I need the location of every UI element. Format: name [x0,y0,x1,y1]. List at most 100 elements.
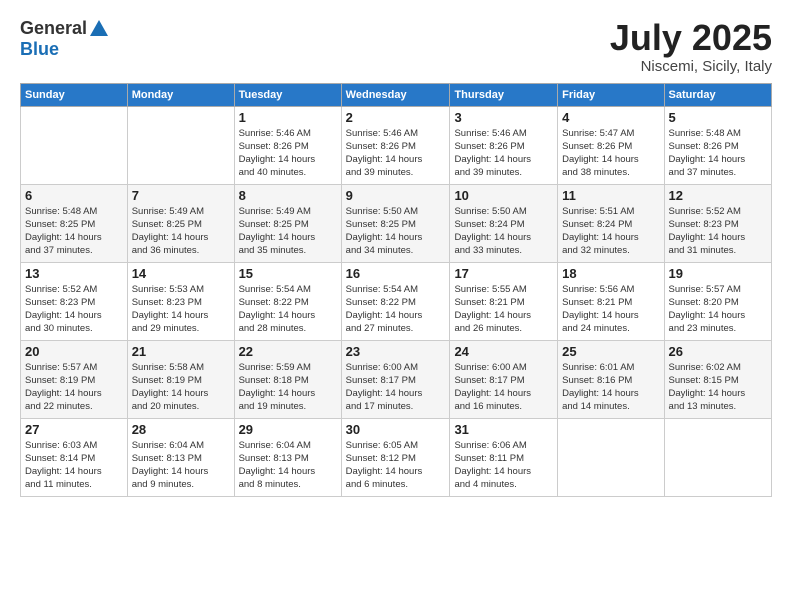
table-row: 26Sunrise: 6:02 AM Sunset: 8:15 PM Dayli… [664,340,771,418]
day-info: Sunrise: 5:57 AM Sunset: 8:20 PM Dayligh… [669,283,767,336]
day-number: 15 [239,266,337,281]
header-monday: Monday [127,83,234,106]
day-number: 10 [454,188,553,203]
table-row: 1Sunrise: 5:46 AM Sunset: 8:26 PM Daylig… [234,106,341,184]
day-number: 2 [346,110,446,125]
table-row: 17Sunrise: 5:55 AM Sunset: 8:21 PM Dayli… [450,262,558,340]
day-info: Sunrise: 6:04 AM Sunset: 8:13 PM Dayligh… [132,439,230,492]
calendar-header-row: Sunday Monday Tuesday Wednesday Thursday… [21,83,772,106]
day-number: 7 [132,188,230,203]
month-title: July 2025 [610,18,772,58]
day-info: Sunrise: 5:50 AM Sunset: 8:25 PM Dayligh… [346,205,446,258]
day-number: 19 [669,266,767,281]
table-row [127,106,234,184]
day-info: Sunrise: 5:46 AM Sunset: 8:26 PM Dayligh… [346,127,446,180]
logo: General Blue [20,18,111,60]
table-row [21,106,128,184]
day-info: Sunrise: 5:58 AM Sunset: 8:19 PM Dayligh… [132,361,230,414]
day-info: Sunrise: 5:56 AM Sunset: 8:21 PM Dayligh… [562,283,659,336]
day-number: 25 [562,344,659,359]
day-info: Sunrise: 5:54 AM Sunset: 8:22 PM Dayligh… [239,283,337,336]
logo-icon [88,18,110,40]
day-info: Sunrise: 5:48 AM Sunset: 8:25 PM Dayligh… [25,205,123,258]
logo-general-text: General [20,18,87,38]
title-block: July 2025 Niscemi, Sicily, Italy [610,18,772,75]
table-row: 3 Sunrise: 5:46 AM Sunset: 8:26 PM Daylig… [450,106,558,184]
day-number: 30 [346,422,446,437]
table-row: 29 Sunrise: 6:04 AM Sunset: 8:13 PM Dayli… [234,418,341,496]
day-info: Sunrise: 6:01 AM Sunset: 8:16 PM Dayligh… [562,361,659,414]
day-number: 12 [669,188,767,203]
day-number: 20 [25,344,123,359]
day-info: Sunrise: 5:57 AM Sunset: 8:19 PM Dayligh… [25,361,123,414]
day-info: Sunrise: 5:59 AM Sunset: 8:18 PM Dayligh… [239,361,337,414]
table-row: 19 Sunrise: 5:57 AM Sunset: 8:20 PM Dayli… [664,262,771,340]
day-info: Sunrise: 5:51 AM Sunset: 8:24 PM Dayligh… [562,205,659,258]
day-number: 21 [132,344,230,359]
day-info: Sunrise: 6:06 AM Sunset: 8:11 PM Dayligh… [454,439,553,492]
header-tuesday: Tuesday [234,83,341,106]
day-info: Sunrise: 5:52 AM Sunset: 8:23 PM Dayligh… [25,283,123,336]
header-wednesday: Wednesday [341,83,450,106]
table-row: 30Sunrise: 6:05 AM Sunset: 8:12 PM Dayli… [341,418,450,496]
day-info: Sunrise: 5:53 AM Sunset: 8:23 PM Dayligh… [132,283,230,336]
calendar-week-row: 27 Sunrise: 6:03 AM Sunset: 8:14 PM Dayli… [21,418,772,496]
day-info: Sunrise: 5:47 AM Sunset: 8:26 PM Dayligh… [562,127,659,180]
day-number: 27 [25,422,123,437]
table-row: 23Sunrise: 6:00 AM Sunset: 8:17 PM Dayli… [341,340,450,418]
day-info: Sunrise: 5:46 AM Sunset: 8:26 PM Dayligh… [454,127,553,180]
day-info: Sunrise: 6:03 AM Sunset: 8:14 PM Dayligh… [25,439,123,492]
day-number: 26 [669,344,767,359]
table-row: 20 Sunrise: 5:57 AM Sunset: 8:19 PM Dayli… [21,340,128,418]
table-row: 15 Sunrise: 5:54 AM Sunset: 8:22 PM Dayli… [234,262,341,340]
table-row [558,418,664,496]
table-row: 21 Sunrise: 5:58 AM Sunset: 8:19 PM Dayli… [127,340,234,418]
day-number: 3 [454,110,553,125]
subtitle: Niscemi, Sicily, Italy [610,58,772,75]
day-number: 13 [25,266,123,281]
table-row: 4Sunrise: 5:47 AM Sunset: 8:26 PM Daylig… [558,106,664,184]
table-row: 25 Sunrise: 6:01 AM Sunset: 8:16 PM Dayli… [558,340,664,418]
table-row: 8 Sunrise: 5:49 AM Sunset: 8:25 PM Daylig… [234,184,341,262]
header-saturday: Saturday [664,83,771,106]
day-number: 17 [454,266,553,281]
table-row: 16Sunrise: 5:54 AM Sunset: 8:22 PM Dayli… [341,262,450,340]
table-row: 28Sunrise: 6:04 AM Sunset: 8:13 PM Dayli… [127,418,234,496]
table-row: 9 Sunrise: 5:50 AM Sunset: 8:25 PM Daylig… [341,184,450,262]
day-number: 18 [562,266,659,281]
calendar: Sunday Monday Tuesday Wednesday Thursday… [20,83,772,497]
day-info: Sunrise: 5:50 AM Sunset: 8:24 PM Dayligh… [454,205,553,258]
day-number: 14 [132,266,230,281]
header-thursday: Thursday [450,83,558,106]
table-row: 22 Sunrise: 5:59 AM Sunset: 8:18 PM Dayli… [234,340,341,418]
day-number: 9 [346,188,446,203]
header-sunday: Sunday [21,83,128,106]
table-row: 11Sunrise: 5:51 AM Sunset: 8:24 PM Dayli… [558,184,664,262]
day-number: 23 [346,344,446,359]
day-number: 24 [454,344,553,359]
table-row [664,418,771,496]
day-info: Sunrise: 6:00 AM Sunset: 8:17 PM Dayligh… [454,361,553,414]
day-number: 29 [239,422,337,437]
table-row: 2 Sunrise: 5:46 AM Sunset: 8:26 PM Daylig… [341,106,450,184]
table-row: 24 Sunrise: 6:00 AM Sunset: 8:17 PM Dayli… [450,340,558,418]
table-row: 18 Sunrise: 5:56 AM Sunset: 8:21 PM Dayli… [558,262,664,340]
header-friday: Friday [558,83,664,106]
logo-blue-text: Blue [20,39,59,59]
day-info: Sunrise: 5:49 AM Sunset: 8:25 PM Dayligh… [132,205,230,258]
table-row: 5Sunrise: 5:48 AM Sunset: 8:26 PM Daylig… [664,106,771,184]
day-info: Sunrise: 5:52 AM Sunset: 8:23 PM Dayligh… [669,205,767,258]
day-number: 8 [239,188,337,203]
calendar-week-row: 20 Sunrise: 5:57 AM Sunset: 8:19 PM Dayli… [21,340,772,418]
table-row: 10 Sunrise: 5:50 AM Sunset: 8:24 PM Dayli… [450,184,558,262]
table-row: 14 Sunrise: 5:53 AM Sunset: 8:23 PM Dayli… [127,262,234,340]
calendar-week-row: 6Sunrise: 5:48 AM Sunset: 8:25 PM Daylig… [21,184,772,262]
header: General Blue July 2025 Niscemi, Sicily, … [20,18,772,75]
page: General Blue July 2025 Niscemi, Sicily, … [0,0,792,612]
day-info: Sunrise: 5:49 AM Sunset: 8:25 PM Dayligh… [239,205,337,258]
calendar-week-row: 1Sunrise: 5:46 AM Sunset: 8:26 PM Daylig… [21,106,772,184]
day-number: 22 [239,344,337,359]
calendar-week-row: 13 Sunrise: 5:52 AM Sunset: 8:23 PM Dayli… [21,262,772,340]
day-info: Sunrise: 6:04 AM Sunset: 8:13 PM Dayligh… [239,439,337,492]
day-number: 16 [346,266,446,281]
